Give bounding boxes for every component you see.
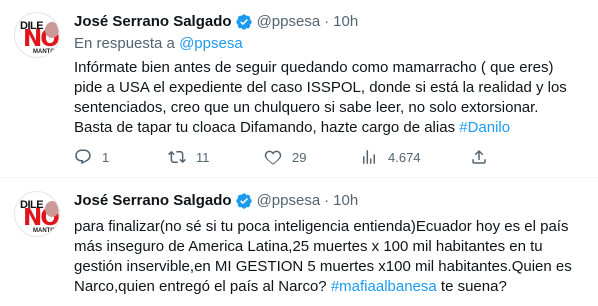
author-handle[interactable]: @ppsesa <box>257 12 321 32</box>
tweet[interactable]: DILE NO MANTOS José Serrano Salgado @pps… <box>0 178 598 306</box>
tweet-timestamp[interactable]: 10h <box>333 12 358 32</box>
reply-button[interactable]: 1 <box>74 148 168 166</box>
author-name[interactable]: José Serrano Salgado <box>74 12 232 32</box>
like-icon <box>264 150 282 165</box>
avatar[interactable]: DILE NO MANTOS <box>14 191 60 237</box>
views-icon <box>363 150 375 164</box>
avatar-face <box>45 201 59 217</box>
reply-prefix: En respuesta a <box>74 35 180 52</box>
tweet-header: José Serrano Salgado @ppsesa · 10h <box>74 178 582 211</box>
retweet-count: 11 <box>196 149 210 165</box>
hashtag-link[interactable]: #mafiaalbanesa <box>331 278 437 295</box>
retweet-icon <box>168 150 186 164</box>
reply-context: En respuesta a @ppsesa <box>74 34 582 54</box>
avatar-bottom-text: MANTOS <box>33 49 59 55</box>
tweet[interactable]: DILE NO MANTOS José Serrano Salgado @pps… <box>0 0 598 178</box>
tweet-header: José Serrano Salgado @ppsesa · 10h <box>74 0 582 32</box>
verified-badge-icon <box>235 193 252 209</box>
tweet-text-tail: te suena? <box>436 278 507 295</box>
views-count: 4.674 <box>388 149 421 165</box>
author-handle[interactable]: @ppsesa <box>257 191 321 211</box>
tweet-text: para finalizar(no sé si tu poca intelige… <box>74 217 574 297</box>
views-button[interactable]: 4.674 <box>360 148 470 166</box>
reply-handle-link[interactable]: @ppsesa <box>179 35 243 52</box>
hashtag-link[interactable]: #Danilo <box>459 119 510 136</box>
avatar-image: DILE NO MANTOS <box>15 192 59 236</box>
separator-dot: · <box>324 192 330 209</box>
like-button[interactable]: 29 <box>264 148 360 166</box>
avatar[interactable]: DILE NO MANTOS <box>14 12 60 58</box>
tweet-actions: 1 11 29 4.674 <box>74 148 488 166</box>
avatar-bottom-text: MANTOS <box>33 228 59 234</box>
author-name[interactable]: José Serrano Salgado <box>74 191 232 211</box>
tweet-timestamp[interactable]: 10h <box>333 191 358 211</box>
retweet-button[interactable]: 11 <box>168 148 264 166</box>
separator-dot: · <box>324 13 330 30</box>
verified-badge-icon <box>235 14 252 30</box>
tweet-text: Infórmate bien antes de seguir quedando … <box>74 58 574 138</box>
share-icon <box>472 149 486 164</box>
avatar-image: DILE NO MANTOS <box>15 13 59 57</box>
reply-count: 1 <box>102 149 110 165</box>
avatar-face <box>45 22 59 38</box>
reply-icon <box>75 149 91 165</box>
share-button[interactable] <box>470 148 488 166</box>
like-count: 29 <box>292 149 307 165</box>
